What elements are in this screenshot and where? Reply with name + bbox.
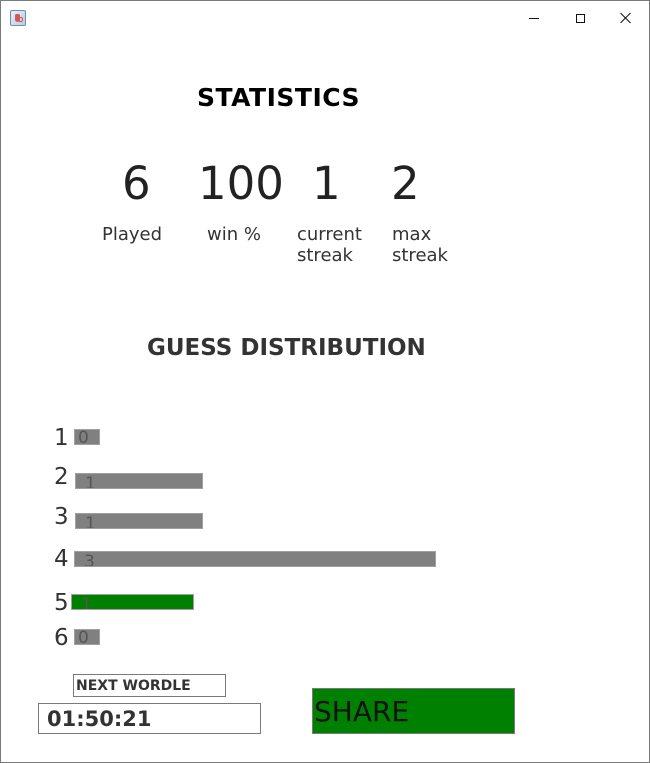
maximize-button[interactable] xyxy=(557,1,603,35)
guess-number-2: 2 xyxy=(54,464,69,490)
distribution-count-2: 1 xyxy=(85,474,96,489)
guess-number-4: 4 xyxy=(54,546,69,572)
guess-number-3: 3 xyxy=(54,504,69,530)
minimize-icon xyxy=(529,17,539,19)
distribution-count-4: 3 xyxy=(84,552,95,567)
current-streak-label-line2: streak xyxy=(297,245,353,266)
max-streak-value: 2 xyxy=(391,157,420,210)
guess-number-6: 6 xyxy=(54,625,69,651)
distribution-bar-3: 1 xyxy=(75,513,203,529)
distribution-count-1: 0 xyxy=(78,429,89,445)
current-streak-label-line1: current xyxy=(297,224,362,245)
statistics-title: STATISTICS xyxy=(197,83,361,112)
distribution-count-5: 1 xyxy=(81,595,92,610)
java-cup-icon xyxy=(10,10,26,26)
close-icon xyxy=(620,12,632,24)
distribution-bar-5: 1 xyxy=(71,594,194,610)
guess-number-5: 5 xyxy=(54,590,69,616)
played-value: 6 xyxy=(122,157,151,210)
win-percent-value: 100 xyxy=(198,157,284,210)
minimize-button[interactable] xyxy=(511,1,557,35)
distribution-count-3: 1 xyxy=(85,514,96,529)
played-label: Played xyxy=(102,224,163,245)
guess-distribution-title: GUESS DISTRIBUTION xyxy=(147,335,426,361)
distribution-bar-6: 0 xyxy=(74,629,100,645)
max-streak-label: max streak xyxy=(392,224,448,266)
share-button[interactable]: SHARE xyxy=(312,688,515,734)
guess-number-1: 1 xyxy=(54,425,69,451)
next-wordle-label: NEXT WORDLE xyxy=(73,674,226,697)
current-streak-value: 1 xyxy=(312,157,341,210)
current-streak-label: current streak xyxy=(297,224,362,266)
win-percent-label: win % xyxy=(207,224,261,245)
title-bar[interactable] xyxy=(1,1,649,35)
distribution-bar-2: 1 xyxy=(75,473,203,489)
next-wordle-timer: 01:50:21 xyxy=(38,703,261,734)
statistics-window: STATISTICS 6 100 1 2 Played win % curren… xyxy=(0,0,650,763)
max-streak-label-line1: max xyxy=(392,224,432,245)
distribution-count-6: 0 xyxy=(78,629,89,645)
maximize-icon xyxy=(575,13,585,23)
close-button[interactable] xyxy=(603,1,649,35)
max-streak-label-line2: streak xyxy=(392,245,448,266)
distribution-bar-1: 0 xyxy=(74,429,100,445)
distribution-bar-4: 3 xyxy=(74,551,436,567)
